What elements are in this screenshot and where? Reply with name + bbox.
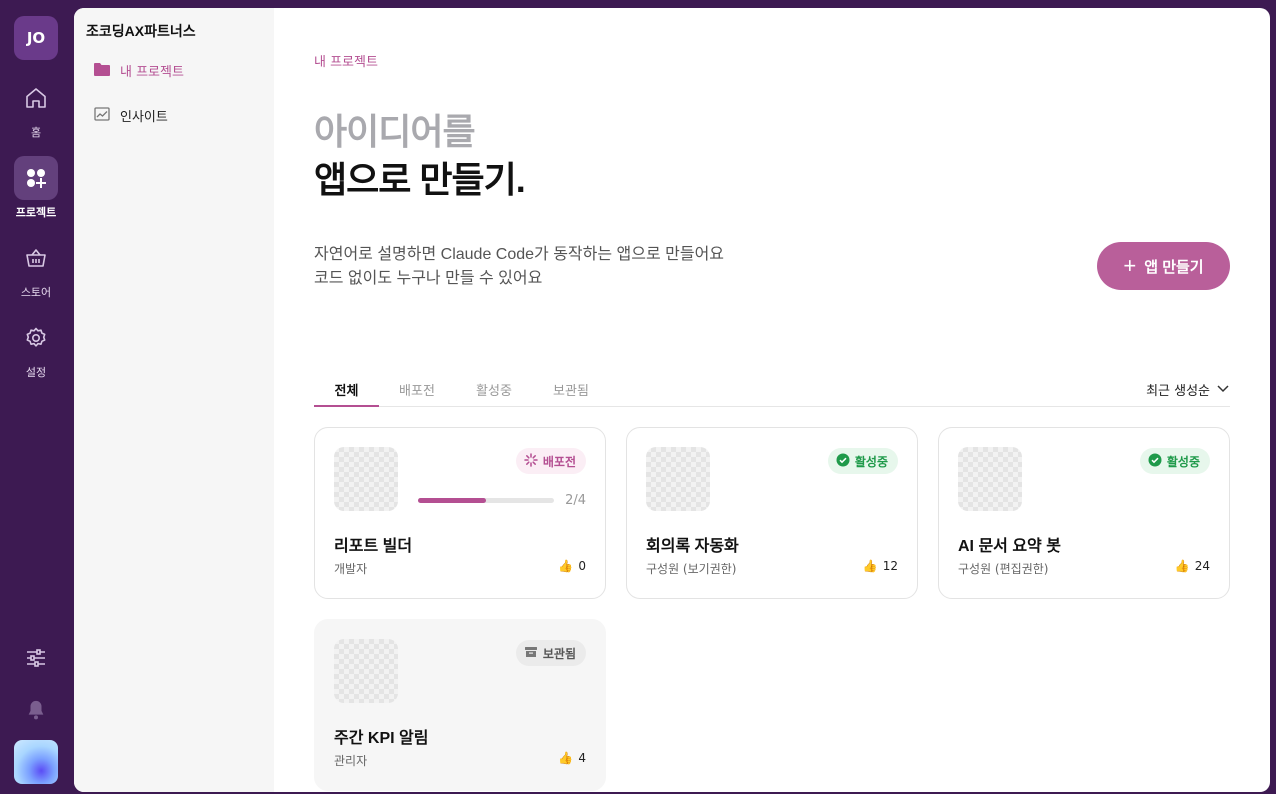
folder-icon: [94, 62, 110, 80]
tab-pre-deploy[interactable]: 배포전: [388, 374, 446, 407]
tab-active[interactable]: 활성중: [465, 374, 523, 407]
sort-dropdown[interactable]: 최근 생성순: [1146, 380, 1230, 399]
status-badge: 활성중: [1139, 448, 1210, 474]
thumbs-up-icon: 👍: [862, 559, 878, 573]
progress-text: 2/4: [565, 493, 586, 508]
create-app-label: 앱 만들기: [1144, 258, 1204, 276]
likes[interactable]: 👍 4: [558, 751, 586, 765]
status-badge-label: 보관됨: [542, 646, 576, 661]
subnav-item-my-projects[interactable]: 내 프로젝트: [94, 61, 184, 80]
status-badge-label: 활성중: [1166, 454, 1200, 469]
spinner-icon: [524, 452, 538, 470]
rail-label-store: 스토어: [20, 286, 52, 299]
chart-image-icon: [94, 106, 110, 125]
breadcrumb[interactable]: 내 프로젝트: [314, 51, 378, 70]
project-role: 개발자: [334, 562, 368, 576]
archive-box-icon: [524, 645, 538, 662]
description-line-2: 코드 없이도 누구나 만들 수 있어요: [314, 270, 543, 287]
status-badge-label: 배포전: [542, 454, 576, 469]
projects-icon: [14, 156, 58, 200]
project-thumbnail: [334, 639, 398, 703]
project-title: AI 문서 요약 봇: [958, 538, 1061, 555]
app-rail: JO 홈 프로젝트 스토어 설정: [0, 0, 72, 794]
subnav-item-insights[interactable]: 인사이트: [94, 106, 168, 125]
project-card[interactable]: 활성중 AI 문서 요약 봇 구성원 (편집권한) 👍 24: [938, 427, 1230, 599]
likes[interactable]: 👍 24: [1175, 559, 1210, 573]
thumbs-up-icon: 👍: [1174, 559, 1190, 573]
rail-label-projects: 프로젝트: [15, 206, 57, 219]
hero-line-1: 아이디어를: [314, 111, 476, 152]
check-circle-icon: [836, 453, 850, 470]
status-badge: 보관됨: [515, 640, 586, 666]
sliders-icon[interactable]: [14, 636, 58, 680]
project-role: 구성원 (편집권한): [958, 562, 1049, 576]
description-line-1: 자연어로 설명하면 Claude Code가 동작하는 앱으로 만들어요: [314, 246, 725, 263]
project-card[interactable]: 보관됨 주간 KPI 알림 관리자 👍 4: [314, 619, 606, 791]
hero-description: 자연어로 설명하면 Claude Code가 동작하는 앱으로 만들어요 코드 …: [314, 243, 724, 291]
progress-bar: [418, 498, 554, 503]
progress-bar-fill: [418, 498, 486, 503]
check-circle-icon: [1148, 453, 1162, 470]
content-area: 내 프로젝트 아이디어를 앱으로 만들기. 자연어로 설명하면 Claude C…: [274, 8, 1270, 792]
rail-item-store[interactable]: 스토어: [0, 236, 72, 300]
tab-all[interactable]: 전체: [314, 374, 379, 407]
subnav-label-insights: 인사이트: [120, 110, 168, 125]
rail-item-home[interactable]: 홈: [0, 76, 72, 140]
likes[interactable]: 👍 12: [863, 559, 898, 573]
rail-item-projects[interactable]: 프로젝트: [0, 156, 72, 220]
store-basket-icon: [14, 236, 58, 280]
hero-title: 아이디어를 앱으로 만들기.: [314, 108, 526, 204]
project-thumbnail: [334, 447, 398, 511]
likes-count: 0: [578, 559, 586, 573]
likes-count: 4: [578, 751, 586, 765]
project-card[interactable]: 활성중 회의록 자동화 구성원 (보기권한) 👍 12: [626, 427, 918, 599]
likes-count: 24: [1194, 559, 1210, 573]
project-card[interactable]: 배포전 2/4 리포트 빌더 개발자 👍 0: [314, 427, 606, 599]
hero-line-2: 앱으로 만들기.: [314, 159, 526, 200]
likes[interactable]: 👍 0: [558, 559, 586, 573]
thumbs-up-icon: 👍: [558, 559, 574, 573]
project-title: 주간 KPI 알림: [334, 730, 429, 747]
status-badge-label: 활성중: [854, 454, 888, 469]
sort-label: 최근 생성순: [1146, 384, 1210, 399]
project-thumbnail: [958, 447, 1022, 511]
main-panel: 조코딩AX파트너스 내 프로젝트 인사이트 내 프로젝트 아이디어를 앱으로 만…: [74, 8, 1270, 792]
rail-label-settings: 설정: [25, 366, 47, 379]
likes-count: 12: [882, 559, 898, 573]
tab-archived[interactable]: 보관됨: [542, 374, 600, 407]
rail-label-home: 홈: [30, 126, 42, 139]
rail-item-settings[interactable]: 설정: [0, 316, 72, 380]
plus-icon: +: [1123, 253, 1137, 278]
bell-icon[interactable]: [14, 688, 58, 732]
thumbs-up-icon: 👍: [558, 751, 574, 765]
workspace-tile[interactable]: [14, 740, 58, 784]
project-role: 관리자: [334, 754, 368, 768]
user-avatar[interactable]: JO: [14, 16, 58, 60]
project-title: 회의록 자동화: [646, 538, 739, 555]
subnav-label-my-projects: 내 프로젝트: [120, 65, 184, 80]
project-thumbnail: [646, 447, 710, 511]
chevron-down-icon: [1216, 381, 1230, 399]
status-tabs: 전체 배포전 활성중 보관됨 최근 생성순: [314, 374, 1230, 407]
project-role: 구성원 (보기권한): [646, 562, 737, 576]
org-name: 조코딩AX파트너스: [86, 23, 196, 39]
status-badge: 배포전: [515, 448, 586, 474]
project-title: 리포트 빌더: [334, 538, 413, 555]
status-badge: 활성중: [827, 448, 898, 474]
settings-gear-icon: [14, 316, 58, 360]
create-app-button[interactable]: + 앱 만들기: [1097, 242, 1230, 290]
home-icon: [14, 76, 58, 120]
sub-navigation: 조코딩AX파트너스 내 프로젝트 인사이트: [74, 8, 274, 792]
